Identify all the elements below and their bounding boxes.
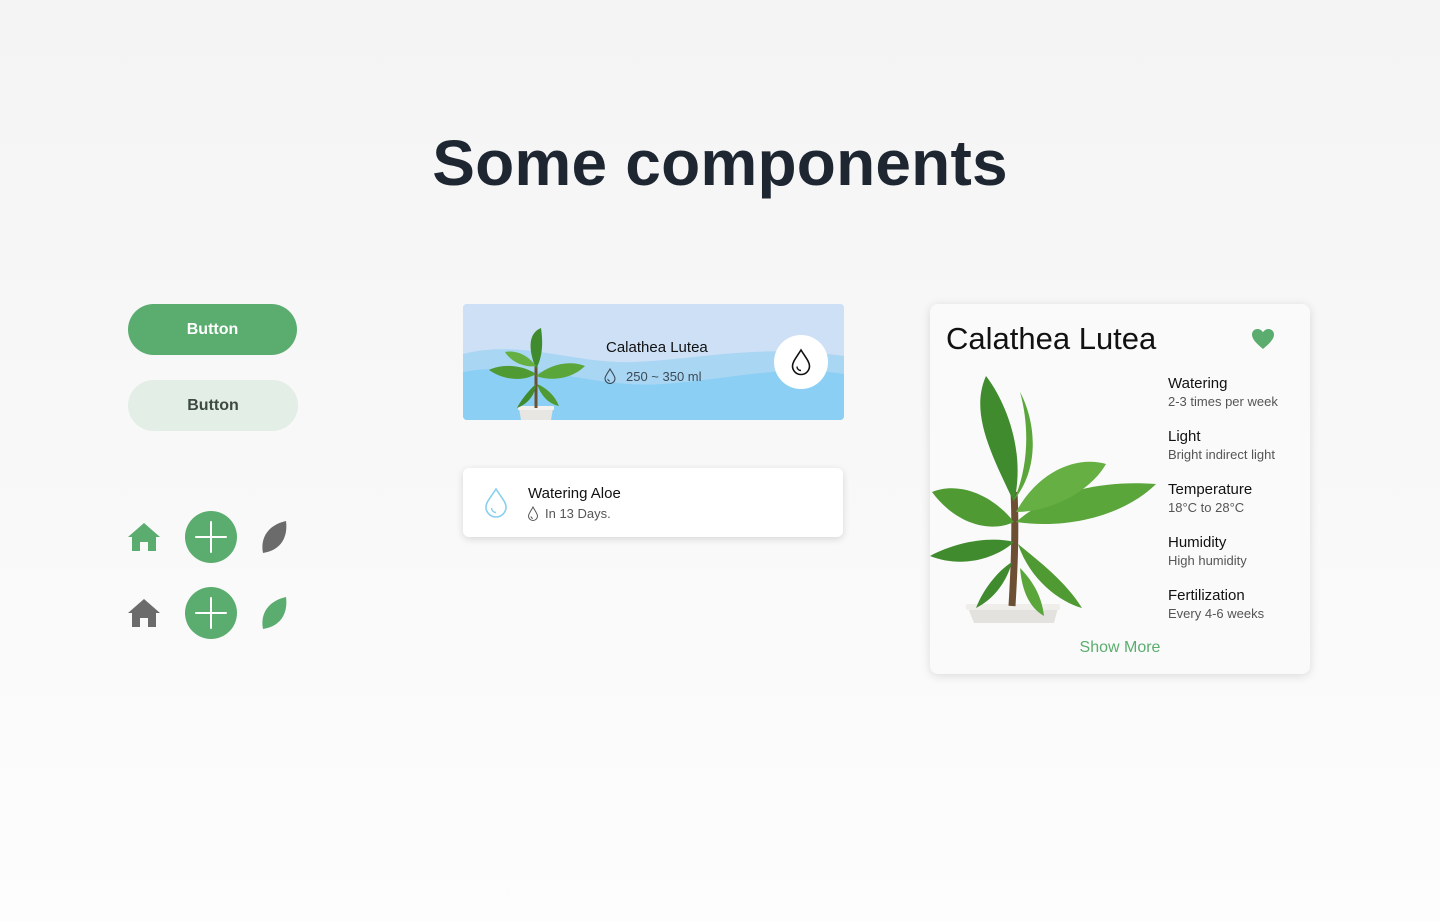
reminder-subtitle-text: In 13 Days.	[545, 506, 611, 521]
home-icon[interactable]	[127, 521, 161, 553]
show-more-link[interactable]: Show More	[930, 639, 1310, 657]
plant-watering-card[interactable]: Calathea Lutea 250 ~ 350 ml	[463, 304, 844, 420]
reminder-subtitle: In 13 Days.	[527, 506, 611, 521]
primary-button[interactable]: Button	[128, 304, 297, 355]
spec-temperature: Temperature 18°C to 28°C	[1168, 480, 1308, 533]
secondary-button[interactable]: Button	[128, 380, 298, 431]
water-amount: 250 ~ 350 ml	[603, 368, 702, 384]
plant-detail-card: Calathea Lutea Watering 2-3 times per we…	[930, 304, 1310, 674]
spec-value: 2-3 times per week	[1168, 394, 1278, 409]
care-specs-list: Watering 2-3 times per week Light Bright…	[1168, 374, 1308, 639]
water-drop-icon	[604, 368, 616, 384]
page-title: Some components	[432, 127, 1008, 199]
spec-value: Bright indirect light	[1168, 447, 1275, 462]
spec-label: Fertilization	[1168, 587, 1245, 604]
plant-image	[930, 376, 1156, 623]
components-page: Some components Button Button Calathea L…	[0, 0, 1440, 922]
water-drop-icon	[791, 348, 811, 376]
water-button[interactable]	[774, 335, 828, 389]
spec-light: Light Bright indirect light	[1168, 427, 1308, 480]
spec-label: Light	[1168, 428, 1201, 445]
spec-value: 18°C to 28°C	[1168, 500, 1245, 515]
heart-icon[interactable]	[1251, 328, 1275, 355]
water-drop-icon	[483, 487, 509, 524]
add-button[interactable]	[185, 511, 237, 563]
plant-name: Calathea Lutea	[606, 339, 708, 356]
spec-label: Humidity	[1168, 534, 1227, 551]
spec-watering: Watering 2-3 times per week	[1168, 374, 1308, 427]
plus-icon	[195, 521, 227, 553]
water-drop-icon	[527, 506, 539, 521]
leaf-icon[interactable]	[260, 520, 288, 554]
add-button[interactable]	[185, 587, 237, 639]
plus-icon	[195, 597, 227, 629]
home-icon[interactable]	[127, 597, 161, 629]
plant-image	[489, 328, 585, 420]
spec-label: Temperature	[1168, 481, 1253, 498]
reminder-title: Watering Aloe	[528, 485, 621, 502]
plant-title: Calathea Lutea	[946, 321, 1157, 356]
spec-label: Watering	[1168, 375, 1228, 392]
water-amount-text: 250 ~ 350 ml	[626, 368, 702, 384]
spec-value: High humidity	[1168, 553, 1247, 568]
leaf-icon[interactable]	[260, 596, 288, 630]
spec-fertilization: Fertilization Every 4-6 weeks	[1168, 586, 1308, 639]
spec-humidity: Humidity High humidity	[1168, 533, 1308, 586]
spec-value: Every 4-6 weeks	[1168, 606, 1265, 621]
watering-reminder-card[interactable]: Watering Aloe In 13 Days.	[463, 468, 843, 537]
